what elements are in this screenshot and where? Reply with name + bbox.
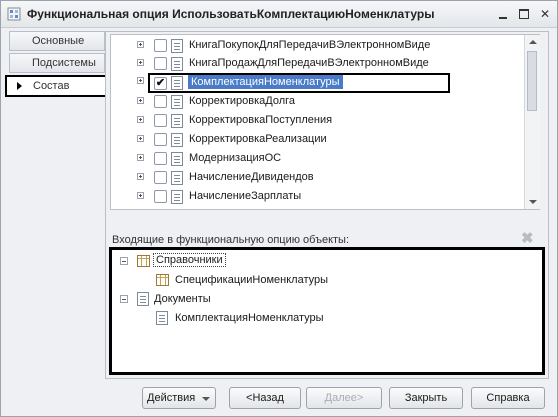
tree-item-label: СпецификацииНоменклатуры <box>175 274 329 286</box>
tab-sostav[interactable]: Состав <box>5 75 107 97</box>
item-checkbox[interactable] <box>154 190 167 203</box>
list-scrollbar[interactable] <box>524 35 540 209</box>
expand-icon[interactable] <box>137 77 144 84</box>
list-item-label: КорректировкаРеализации <box>189 133 327 145</box>
item-checkbox[interactable] <box>154 152 167 165</box>
tree-group-label: Справочники <box>153 253 226 267</box>
next-button[interactable]: Далее> <box>306 387 382 409</box>
item-checkbox[interactable] <box>154 171 167 184</box>
document-icon <box>137 292 149 306</box>
window-title: Функциональная опция ИспользоватьКомплек… <box>27 7 435 21</box>
close-icon[interactable]: ✕ <box>537 6 553 21</box>
catalog-icon <box>137 255 150 267</box>
expand-icon[interactable] <box>137 173 144 180</box>
expand-icon[interactable] <box>137 116 144 123</box>
objects-checklist[interactable]: КнигаПокупокДляПередачиВЭлектронномВиде … <box>110 34 540 210</box>
back-button[interactable]: <Назад <box>229 387 301 409</box>
tab-podsistemy[interactable]: Подсистемы <box>9 53 105 73</box>
item-checkbox[interactable] <box>154 114 167 127</box>
minimize-icon[interactable] <box>495 6 511 21</box>
tree-group-row[interactable]: Документы <box>120 291 420 309</box>
help-button[interactable]: Справка <box>471 387 545 409</box>
list-item-label: КнигаПокупокДляПередачиВЭлектронномВиде <box>189 39 431 51</box>
maximize-icon[interactable] <box>516 6 532 21</box>
tree-item-row[interactable]: КомплектацияНоменклатуры <box>156 310 456 328</box>
list-item[interactable]: КнигаПокупокДляПередачиВЭлектронномВиде <box>111 37 527 55</box>
document-icon <box>171 76 183 90</box>
tree-group-label: Документы <box>154 293 211 305</box>
document-icon <box>171 133 183 147</box>
tree-item-row[interactable]: СпецификацииНоменклатуры <box>156 272 456 290</box>
tab-osnovnye[interactable]: Основные <box>9 31 105 51</box>
tree-item-label: КомплектацияНоменклатуры <box>175 312 324 324</box>
item-checkbox[interactable] <box>154 133 167 146</box>
expand-icon[interactable] <box>137 135 144 142</box>
document-icon <box>171 114 183 128</box>
close-button[interactable]: Закрыть <box>389 387 463 409</box>
item-checkbox-checked[interactable]: ✔ <box>154 77 167 90</box>
clear-icon[interactable]: ✖ <box>521 229 534 247</box>
title-bar: Функциональная опция ИспользоватьКомплек… <box>1 1 557 28</box>
list-item-label: КорректировкаПоступления <box>189 114 333 126</box>
document-icon <box>171 171 183 185</box>
functional-option-icon <box>7 7 21 21</box>
chevron-down-icon <box>202 397 210 401</box>
list-item[interactable]: НачислениеДивидендов <box>111 169 527 187</box>
actions-button[interactable]: Действия <box>142 387 216 409</box>
item-checkbox[interactable] <box>154 57 167 70</box>
expand-icon[interactable] <box>137 41 144 48</box>
document-icon <box>171 190 183 204</box>
list-item[interactable]: КнигаПродажДляПередачиВЭлектронномВиде <box>111 55 527 73</box>
document-icon <box>156 311 168 325</box>
scroll-up-icon[interactable] <box>529 40 537 44</box>
incoming-objects-label: Входящие в функциональную опцию объекты: <box>112 234 350 246</box>
catalog-icon <box>156 274 169 286</box>
list-item-label: НачислениеДивидендов <box>189 171 314 183</box>
expand-icon[interactable] <box>137 154 144 161</box>
document-icon <box>171 152 183 166</box>
item-checkbox[interactable] <box>154 39 167 52</box>
list-item[interactable]: КорректировкаРеализации <box>111 131 527 149</box>
list-item[interactable]: КорректировкаПоступления <box>111 112 527 130</box>
scroll-down-icon[interactable] <box>529 200 537 204</box>
tree-group-row[interactable]: Справочники <box>120 253 420 271</box>
list-item-label: КнигаПродажДляПередачиВЭлектронномВиде <box>189 57 429 69</box>
list-item-label: НачислениеЗарплаты <box>189 190 302 202</box>
list-item[interactable]: КорректировкаДолга <box>111 93 527 111</box>
expand-icon[interactable] <box>137 192 144 199</box>
collapse-icon[interactable] <box>120 295 128 303</box>
document-icon <box>171 39 183 53</box>
list-item-label: КорректировкаДолга <box>189 95 296 107</box>
list-item-label: МодернизацияОС <box>189 152 282 164</box>
document-icon <box>171 95 183 109</box>
actions-button-label: Действия <box>147 392 196 404</box>
tab-active-arrow-icon <box>17 82 22 90</box>
document-icon <box>171 57 183 71</box>
scroll-thumb[interactable] <box>527 51 537 111</box>
list-item[interactable]: НачислениеЗарплаты <box>111 188 527 206</box>
expand-icon[interactable] <box>137 59 144 66</box>
expand-icon[interactable] <box>137 97 144 104</box>
incoming-objects-tree[interactable]: Справочники СпецификацииНоменклатуры Док… <box>109 247 545 375</box>
tab-sostav-label: Состав <box>33 80 70 92</box>
list-item[interactable]: МодернизацияОС <box>111 150 527 168</box>
item-checkbox[interactable] <box>154 95 167 108</box>
list-item-label: КомплектацияНоменклатуры <box>188 75 343 89</box>
collapse-icon[interactable] <box>120 257 128 265</box>
list-item-selected[interactable]: ✔ КомплектацияНоменклатуры <box>148 73 450 93</box>
